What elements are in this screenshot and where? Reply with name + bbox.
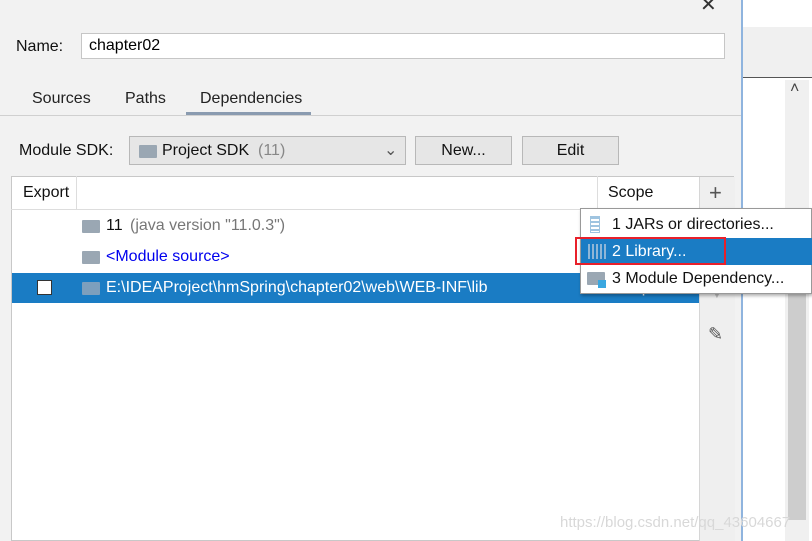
watermark: https://blog.csdn.net/qq_43604667	[560, 514, 791, 531]
scope-header[interactable]: Scope	[608, 184, 653, 202]
row-detail: (java version "11.0.3")	[130, 217, 286, 234]
tab-divider	[0, 115, 741, 116]
sdk-value: Project SDK	[162, 142, 250, 159]
jar-icon	[590, 216, 600, 233]
menu-item-jars[interactable]: 1 JARs or directories...	[581, 211, 812, 238]
export-checkbox[interactable]	[37, 280, 52, 295]
menu-item-module-dependency[interactable]: 3 Module Dependency...	[581, 265, 812, 292]
name-input[interactable]	[81, 33, 725, 59]
column-divider	[597, 176, 598, 209]
row-name: <Module source>	[106, 248, 230, 265]
background-panel	[743, 27, 812, 78]
row-name: E:\IDEAProject\hmSpring\chapter02\web\WE…	[106, 279, 488, 296]
scrollbar-thumb[interactable]	[788, 290, 806, 520]
jdk-folder-icon	[139, 145, 157, 158]
add-icon[interactable]: +	[709, 180, 722, 206]
module-source-icon	[82, 251, 100, 264]
module-badge	[598, 280, 606, 288]
menu-item-label: 1 JARs or directories...	[612, 216, 774, 233]
tab-dependencies[interactable]: Dependencies	[200, 90, 302, 108]
chevron-down-icon: ⌄	[384, 142, 398, 159]
scrollbar[interactable]: ˄	[785, 80, 809, 541]
edit-sdk-button[interactable]: Edit	[522, 136, 619, 165]
export-header[interactable]: Export	[23, 184, 69, 202]
tab-paths[interactable]: Paths	[125, 90, 166, 108]
tab-sources[interactable]: Sources	[32, 90, 91, 108]
jdk-folder-icon	[82, 220, 100, 233]
row-name: 11	[106, 217, 123, 234]
column-divider	[76, 176, 77, 209]
folder-icon	[82, 282, 100, 295]
module-sdk-label: Module SDK:	[19, 142, 114, 159]
menu-item-label: 3 Module Dependency...	[612, 270, 785, 287]
scroll-up-icon[interactable]: ˄	[790, 80, 799, 98]
edit-pencil-icon[interactable]: ✎	[708, 324, 723, 345]
close-icon[interactable]: ✕	[700, 0, 717, 17]
name-label: Name:	[16, 38, 64, 55]
sdk-version: (11)	[258, 142, 286, 159]
new-sdk-button[interactable]: New...	[415, 136, 512, 165]
module-sdk-select[interactable]: Project SDK (11) ⌄	[129, 136, 406, 165]
highlight-box	[575, 237, 726, 265]
table-header: Export Scope	[11, 176, 699, 210]
